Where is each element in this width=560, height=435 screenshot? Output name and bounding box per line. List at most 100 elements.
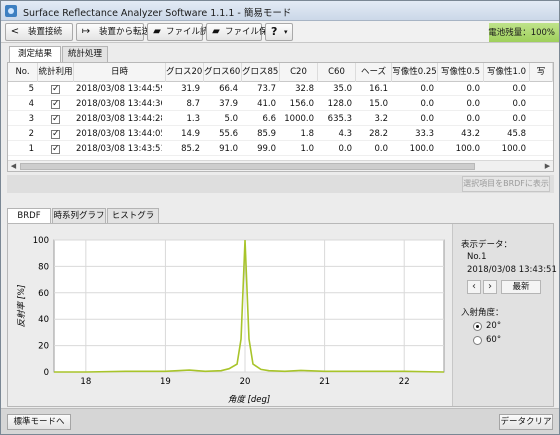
table-cell (532, 127, 549, 141)
x-tick-label: 22 (399, 377, 410, 387)
scroll-right-icon[interactable]: ▶ (542, 161, 553, 171)
column-header[interactable]: 写像性0.25 (392, 63, 438, 82)
transfer-label: 装置から転送 (99, 27, 151, 37)
angle-60-radio[interactable] (473, 336, 482, 345)
show-in-brdf-button[interactable]: 選択項目をBRDFに表示 (462, 176, 550, 192)
table-cell: 37.9 (219, 99, 238, 109)
column-header[interactable]: グロス20° (166, 63, 204, 82)
table-cell (532, 142, 549, 156)
file-read-button[interactable]: ▰ ファイル読込 (147, 23, 217, 41)
table-cell: 0.0 (466, 99, 480, 109)
table-cell (532, 112, 549, 126)
transfer-button[interactable]: ↦ 装置から転送 (76, 23, 150, 41)
transfer-icon: ↦ (81, 26, 91, 37)
column-header[interactable]: 日時 (74, 63, 166, 82)
table-cell: 32.8 (295, 84, 314, 94)
column-header[interactable]: C60 (318, 63, 356, 82)
display-data-panel: 表示データ： No.1 2018/03/08 13:43:51 ‹ › 最新 入… (452, 224, 557, 406)
table-cell: 3 (28, 114, 34, 124)
help-menu-button[interactable]: ? ▾ (265, 23, 293, 41)
table-cell: 635.3 (327, 114, 352, 124)
table-cell: 41.0 (257, 99, 276, 109)
table-cell: 99.0 (257, 144, 276, 154)
y-tick-label: 60 (38, 289, 49, 299)
scroll-left-icon[interactable]: ◀ (8, 161, 19, 171)
statistics-use-checkbox[interactable] (51, 83, 60, 95)
bottom-bar: 標準モードへ データクリア (1, 408, 559, 434)
statistics-use-checkbox[interactable] (51, 128, 60, 140)
column-header[interactable]: ヘーズ (356, 63, 392, 82)
file-save-button[interactable]: ▰ ファイル保存 (206, 23, 276, 41)
battery-status: 電池残量：100% (488, 28, 555, 38)
table-header: No. 統計利用 日時 グロス20° グロス60° グロス85° C20 C60 ヘーズ 写像性0… (8, 63, 553, 82)
plot-area (53, 239, 445, 373)
table-row[interactable]: 1 2018/03/08 13:43:51 85.2 91.0 99.0 1.0 0.0 0.… (8, 142, 553, 156)
previous-record-button[interactable]: ‹ (467, 280, 481, 294)
table-row[interactable]: 3 2018/03/08 13:44:28 1.3 5.0 6.6 1000.0 635.3… (8, 112, 553, 126)
latest-button[interactable]: 最新 (501, 280, 541, 294)
table-cell: 2018/03/08 13:44:05 (76, 129, 162, 139)
column-header[interactable]: No. (8, 63, 38, 82)
incident-angle-label: 入射角度： (461, 308, 504, 318)
column-header[interactable]: グロス60° (204, 63, 242, 82)
table-cell: 0.0 (512, 84, 526, 94)
column-header[interactable]: C20 (280, 63, 318, 82)
horizontal-scrollbar[interactable]: ◀ ▶ (8, 160, 553, 171)
table-cell: 15.0 (369, 99, 388, 109)
table-cell: 2018/03/08 13:44:59 (76, 84, 162, 94)
column-header[interactable]: 写像性1.0 (484, 63, 530, 82)
table-cell: 8.7 (186, 99, 200, 109)
y-tick-label: 40 (38, 315, 49, 325)
tab-histogram[interactable]: ヒストグラム (107, 208, 159, 235)
tab-time-series[interactable]: 時系列グラフ (52, 208, 106, 224)
table-cell: 43.2 (461, 129, 480, 139)
angle-20-label: 20° (486, 321, 502, 331)
record-timestamp: 2018/03/08 13:43:51 (467, 265, 557, 275)
table-cell: 1.8 (300, 129, 314, 139)
record-number: No.1 (467, 252, 487, 262)
clear-data-button[interactable]: データクリア (499, 414, 553, 430)
help-label: ? (271, 25, 278, 38)
x-tick-label: 19 (160, 377, 171, 387)
table-cell: 2018/03/08 13:43:51 (76, 144, 162, 154)
table-cell: 3.2 (374, 114, 388, 124)
connect-button[interactable]: < 装置接続 (5, 23, 73, 41)
toolbar: < 装置接続 ↦ 装置から転送 ▰ ファイル読込 ▰ ファイル保存 ? ▾ (1, 21, 559, 43)
column-header[interactable]: 統計利用 (38, 63, 74, 82)
table-cell: 55.6 (219, 129, 238, 139)
table-cell: 0.0 (338, 144, 352, 154)
table-cell: 0.0 (420, 114, 434, 124)
x-tick-label: 20 (240, 377, 251, 387)
table-row[interactable]: 5 2018/03/08 13:44:59 31.9 66.4 73.7 32.8 35.0… (8, 82, 553, 96)
statistics-use-checkbox[interactable] (51, 143, 60, 155)
column-header[interactable]: 写像性0.5 (438, 63, 484, 82)
scrollbar-thumb[interactable] (20, 163, 475, 170)
table-cell: 91.0 (219, 144, 238, 154)
table-cell: 0.0 (512, 114, 526, 124)
statistics-use-checkbox[interactable] (51, 113, 60, 125)
chevron-right-icon: › (488, 281, 492, 292)
table-cell: 1000.0 (284, 114, 314, 124)
table-row[interactable]: 4 2018/03/08 13:44:36 8.7 37.9 41.0 156.0 128.… (8, 97, 553, 111)
next-record-button[interactable]: › (483, 280, 497, 294)
table-row[interactable]: 2 2018/03/08 13:44:05 14.9 55.6 85.9 1.8 4.3 28… (8, 127, 553, 141)
table-cell: 33.3 (415, 129, 434, 139)
save-icon: ▰ (212, 26, 220, 37)
connect-label: 装置接続 (28, 27, 63, 37)
column-header[interactable]: 写 (530, 63, 553, 82)
y-tick-label: 100 (33, 236, 49, 246)
brdf-chart: 0 20 40 60 80 100 18 19 20 21 22 角度 [deg] 反射率 [%] (8, 224, 452, 406)
tab-measurement-results[interactable]: 測定結果 (9, 46, 61, 63)
title-bar: Surface Reflectance Analyzer Software 1.… (1, 1, 559, 21)
table-cell: 100.0 (501, 144, 526, 154)
tab-statistics[interactable]: 統計処理 (62, 46, 108, 62)
table-cell: 1.3 (186, 114, 200, 124)
standard-mode-button[interactable]: 標準モードへ (7, 414, 71, 430)
app-window: Surface Reflectance Analyzer Software 1.… (0, 0, 560, 435)
angle-20-radio[interactable] (473, 322, 482, 331)
share-icon: < (10, 26, 20, 37)
statistics-use-checkbox[interactable] (51, 98, 60, 110)
column-header[interactable]: グロス85° (242, 63, 280, 82)
table-cell: 66.4 (219, 84, 238, 94)
table-cell: 35.0 (333, 84, 352, 94)
